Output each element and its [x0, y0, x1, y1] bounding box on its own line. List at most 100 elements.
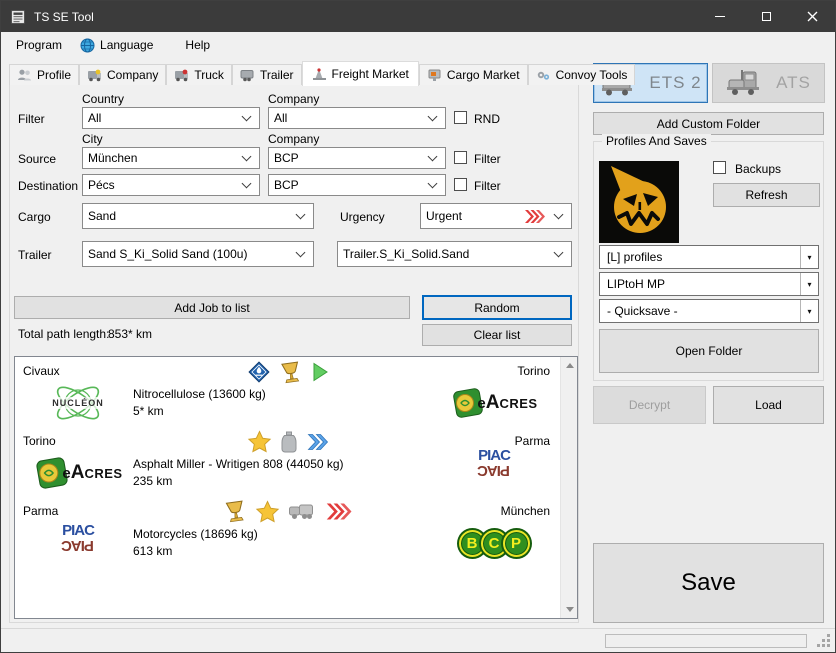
menu-language[interactable]: Language — [71, 34, 162, 57]
profile-avatar — [599, 161, 679, 243]
chevron-down-icon — [295, 247, 306, 258]
tabstrip: Profile Company Truck Trailer Freight Ma… — [9, 59, 636, 86]
filter-row-label: Filter — [18, 112, 45, 126]
ats-truck-icon — [727, 70, 760, 95]
truck-tab-icon — [175, 69, 189, 82]
scroll-down-icon[interactable] — [561, 601, 578, 618]
job-cargo-info: Motorcycles (18696 kg) 613 km — [133, 526, 258, 560]
refresh-button[interactable]: Refresh — [713, 183, 820, 207]
menu-help[interactable]: Help — [176, 34, 219, 56]
destination-city-dropdown[interactable]: Pécs — [82, 174, 260, 196]
job-list-scrollbar[interactable] — [560, 357, 577, 618]
soul-avatar-image — [599, 161, 677, 241]
chevron-down-icon — [241, 111, 252, 122]
job-row[interactable]: Parma München PIAC PIAC Motorcycles (186… — [15, 497, 560, 567]
close-icon — [807, 11, 817, 22]
menu-help-label: Help — [185, 38, 211, 52]
bcp-logo: B C P — [458, 529, 530, 557]
chevron-down-icon — [427, 111, 438, 122]
profile-tab-icon — [18, 69, 31, 81]
eacres-logo-text: eACRES — [62, 462, 122, 484]
resize-grip-icon[interactable] — [817, 634, 830, 647]
job-row[interactable]: Torino Parma eACRES Asphalt Miller - Wri… — [15, 427, 560, 497]
menu-program[interactable]: Program — [7, 34, 71, 56]
app-window: TS SE Tool Program Language Help Profile… — [0, 0, 836, 653]
job-icons — [247, 430, 328, 453]
minimize-button[interactable] — [697, 1, 743, 32]
job-distance: 235 km — [133, 474, 173, 488]
source-company-value: BCP — [274, 151, 299, 165]
profiles-dropdown[interactable]: [L] profiles ▾ — [599, 245, 819, 269]
tab-trailer[interactable]: Trailer — [231, 64, 302, 85]
progress-bar — [605, 634, 807, 648]
destination-company-dropdown[interactable]: BCP — [268, 174, 446, 196]
ats-button-label: ATS — [776, 73, 811, 92]
job-cargo-text: Asphalt Miller - Writigen 808 (44050 kg) — [133, 457, 344, 471]
source-company-dropdown[interactable]: BCP — [268, 147, 446, 169]
piac-logo: PIAC PIAC — [475, 448, 513, 479]
company-column-label: Company — [268, 132, 320, 146]
cargo-dropdown[interactable]: Sand — [82, 203, 314, 229]
tab-convoy-tools[interactable]: Convoy Tools — [527, 64, 636, 85]
save-slot-dropdown[interactable]: - Quicksave - ▾ — [599, 299, 819, 323]
profile-name-dropdown[interactable]: LIPtoH MP ▾ — [599, 272, 819, 296]
company-column-label: Company — [268, 92, 320, 106]
decrypt-button[interactable]: Decrypt — [593, 386, 706, 424]
open-folder-button[interactable]: Open Folder — [599, 329, 819, 373]
ats-button[interactable]: ATS — [712, 63, 825, 103]
triangle-down — [565, 607, 574, 612]
open-folder-button-label: Open Folder — [675, 344, 743, 358]
trophy-icon — [280, 360, 299, 383]
fast-delivery-icon — [307, 433, 328, 450]
trailer-dropdown[interactable]: Sand S_Ki_Solid Sand (100u) — [82, 241, 314, 267]
chevron-down-icon — [241, 178, 252, 189]
tab-profile[interactable]: Profile — [9, 64, 80, 85]
save-button-label: Save — [681, 569, 736, 596]
status-bar — [1, 628, 835, 652]
scroll-up-icon[interactable] — [561, 357, 578, 374]
filter-company-dropdown[interactable]: All — [268, 107, 446, 129]
company-tab-icon — [88, 69, 102, 82]
source-city-value: München — [88, 151, 138, 165]
filter-country-dropdown[interactable]: All — [82, 107, 260, 129]
cargo-value: Sand — [88, 209, 117, 223]
load-button-label: Load — [755, 398, 782, 412]
job-to-city: Torino — [517, 364, 550, 378]
eacres-e: e — [477, 395, 486, 412]
add-job-button[interactable]: Add Job to list — [14, 296, 410, 319]
eacres-rest: CRES — [499, 396, 538, 411]
chevron-down-icon — [553, 247, 564, 258]
globe-icon — [80, 38, 95, 52]
triangle-up — [565, 363, 574, 368]
destination-filter-checkbox[interactable] — [454, 178, 467, 191]
window-title: TS SE Tool — [34, 9, 94, 24]
add-custom-folder-button[interactable]: Add Custom Folder — [593, 112, 824, 135]
clear-list-button[interactable]: Clear list — [422, 324, 572, 346]
destination-city-value: Pécs — [88, 178, 115, 192]
tab-company[interactable]: Company — [79, 64, 167, 85]
job-to-logo: B C P — [434, 519, 554, 567]
random-button[interactable]: Random — [422, 295, 572, 320]
rnd-checkbox[interactable] — [454, 111, 467, 124]
tab-freight-market[interactable]: Freight Market — [301, 61, 419, 86]
tab-truck[interactable]: Truck — [166, 64, 232, 85]
trailer-definition-dropdown[interactable]: Trailer.S_Ki_Solid.Sand — [337, 241, 572, 267]
backups-checkbox[interactable] — [713, 161, 726, 174]
cargo-row-label: Cargo — [18, 210, 51, 224]
load-button[interactable]: Load — [713, 386, 824, 424]
source-filter-checkbox[interactable] — [454, 151, 467, 164]
urgency-dropdown[interactable]: Urgent — [420, 203, 572, 229]
maximize-button[interactable] — [743, 1, 789, 32]
job-row[interactable]: Civaux Torino NUCLÉON Nitrocellulose (13… — [15, 357, 560, 427]
eacres-logo: eACRES — [33, 454, 122, 492]
trailer-row-label: Trailer — [18, 248, 52, 262]
tab-cargo-market[interactable]: Cargo Market — [418, 64, 528, 85]
urgency-value: Urgent — [426, 209, 463, 223]
source-city-dropdown[interactable]: München — [82, 147, 260, 169]
eacres-logo-text: eACRES — [477, 392, 537, 414]
save-button[interactable]: Save — [593, 543, 824, 623]
cargo-market-tab-icon — [428, 69, 441, 81]
close-button[interactable] — [789, 1, 835, 32]
tab-freight-market-label: Freight Market — [331, 67, 409, 81]
job-cargo-info: Nitrocellulose (13600 kg) 5* km — [133, 386, 266, 420]
